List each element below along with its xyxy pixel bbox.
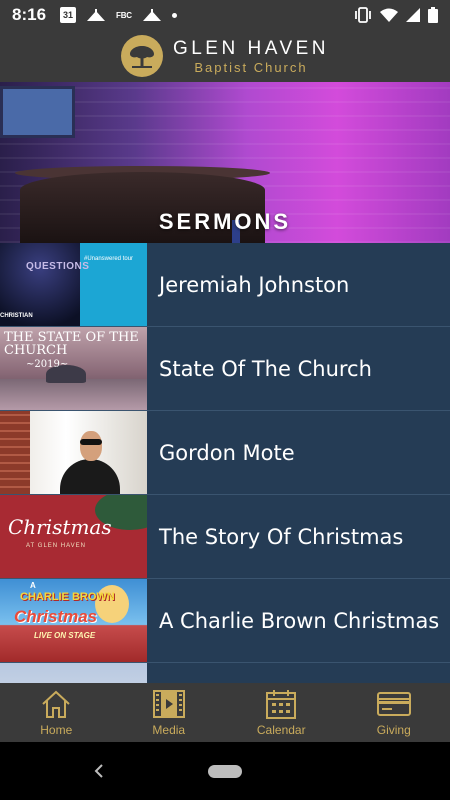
signal-icon xyxy=(406,8,420,22)
thumbnail-text: CHRISTIAN xyxy=(0,313,33,319)
nav-label: Calendar xyxy=(256,723,306,737)
sermon-title: State Of The Church xyxy=(159,356,372,381)
thumbnail-text: LIVE ON STAGE xyxy=(34,631,96,640)
nav-home[interactable]: Home xyxy=(0,683,113,742)
bottom-nav: Home Media Calendar Giving xyxy=(0,683,450,742)
calendar-icon xyxy=(264,688,298,720)
sermon-thumbnail: QUESTIONS #Unanswered tour CHRISTIAN xyxy=(0,243,147,326)
sermon-title: Jeremiah Johnston xyxy=(159,272,350,297)
sermon-thumbnail: Christmas AT GLEN HAVEN xyxy=(0,495,147,578)
home-icon xyxy=(39,688,73,720)
nav-media[interactable]: Media xyxy=(113,683,226,742)
film-icon xyxy=(152,688,186,720)
church-notification-icon xyxy=(86,8,106,22)
sermon-thumbnail xyxy=(0,663,147,683)
back-icon[interactable] xyxy=(88,760,110,782)
sermon-item[interactable]: Christmas AT GLEN HAVEN The Story Of Chr… xyxy=(0,495,450,579)
thumbnail-text: THE STATE OF THE CHURCH xyxy=(4,330,139,358)
thumbnail-text: A xyxy=(30,581,36,590)
church-name: GLEN HAVEN Baptist Church xyxy=(173,39,329,74)
church-subtitle: Baptist Church xyxy=(194,59,308,75)
tree-logo-icon xyxy=(120,35,163,77)
fbc-notification-icon: FBC xyxy=(116,10,132,20)
notification-icons: 31 FBC xyxy=(60,7,177,23)
church-title: GLEN HAVEN xyxy=(172,37,330,59)
sermon-item[interactable]: QUESTIONS #Unanswered tour CHRISTIAN Jer… xyxy=(0,243,450,327)
sermon-item-partial[interactable] xyxy=(0,663,450,683)
sermon-item[interactable]: Gordon Mote xyxy=(0,411,450,495)
thumbnail-text: Christmas xyxy=(8,515,112,539)
system-status-icons xyxy=(354,7,438,23)
thumbnail-text: CHARLIE BROWN xyxy=(20,591,115,603)
church-notification-icon-2 xyxy=(142,8,162,22)
status-bar: 8:16 31 FBC xyxy=(0,0,450,30)
nav-label: Giving xyxy=(376,723,411,737)
banner-window xyxy=(0,86,75,138)
thumbnail-text: ~2019~ xyxy=(26,359,69,370)
home-pill-button[interactable] xyxy=(208,765,242,778)
sermon-title: A Charlie Brown Christmas xyxy=(159,608,440,633)
nav-label: Media xyxy=(152,723,186,737)
more-notifications-dot-icon xyxy=(171,12,177,18)
sermon-title: The Story Of Christmas xyxy=(159,524,404,549)
card-icon xyxy=(376,688,411,720)
sermon-thumbnail: THE STATE OF THE CHURCH ~2019~ xyxy=(0,327,147,410)
nav-giving[interactable]: Giving xyxy=(338,683,450,742)
thumbnail-text: AT GLEN HAVEN xyxy=(26,543,87,549)
thumbnail-text: #Unanswered tour xyxy=(84,256,134,262)
sermon-item[interactable]: A CHARLIE BROWN Christmas LIVE ON STAGE … xyxy=(0,579,450,663)
sermon-title xyxy=(147,663,450,683)
sermon-title: Gordon Mote xyxy=(159,440,295,465)
battery-icon xyxy=(428,7,438,23)
system-nav-bar xyxy=(0,742,450,800)
banner-title: SERMONS xyxy=(158,209,292,234)
status-time: 8:16 xyxy=(12,5,47,24)
app-header: GLEN HAVEN Baptist Church xyxy=(0,30,450,82)
sermons-banner: SERMONS xyxy=(0,82,450,243)
sermon-thumbnail: A CHARLIE BROWN Christmas LIVE ON STAGE xyxy=(0,579,147,662)
thumbnail-text: Christmas xyxy=(14,607,98,626)
sermon-thumbnail xyxy=(0,411,147,494)
sermon-list[interactable]: QUESTIONS #Unanswered tour CHRISTIAN Jer… xyxy=(0,243,450,683)
calendar-notification-icon: 31 xyxy=(60,7,77,23)
wifi-icon xyxy=(380,8,398,22)
nav-label: Home xyxy=(40,723,73,737)
sermon-item[interactable]: THE STATE OF THE CHURCH ~2019~ State Of … xyxy=(0,327,450,411)
thumbnail-text: QUESTIONS xyxy=(26,261,90,272)
vibrate-icon xyxy=(354,7,372,23)
nav-calendar[interactable]: Calendar xyxy=(225,683,338,742)
